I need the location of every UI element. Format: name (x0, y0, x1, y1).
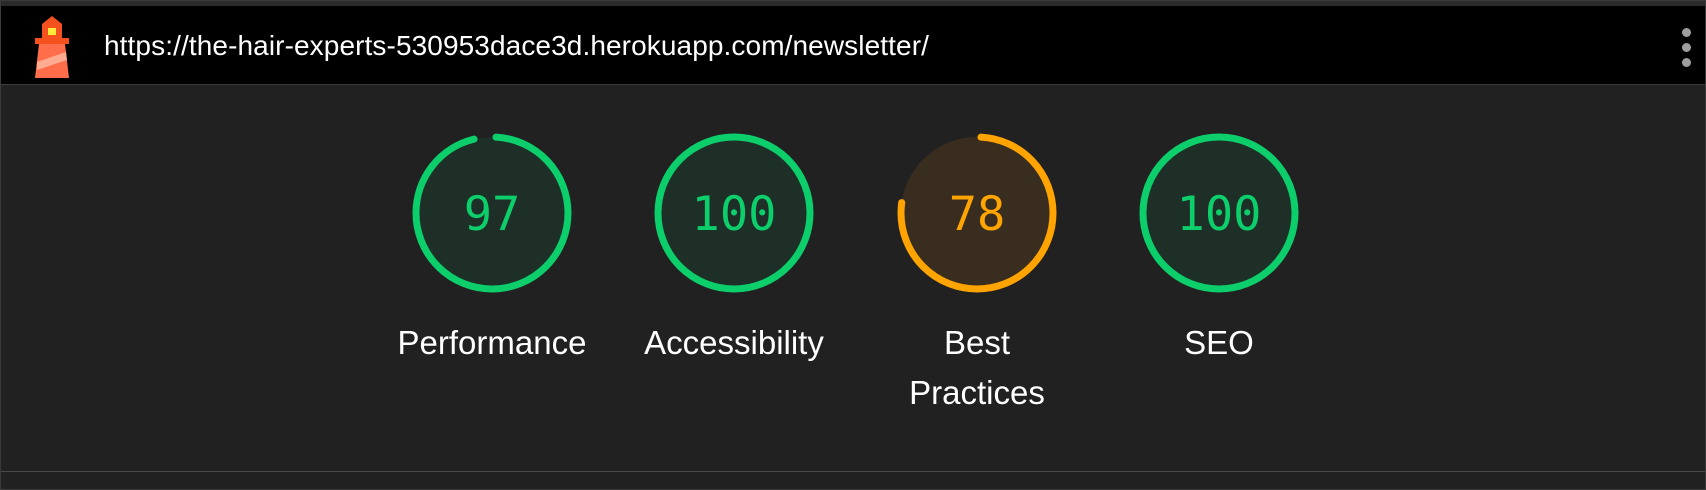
gauge-score: 97 (464, 187, 521, 242)
report-header: https://the-hair-experts-530953dace3d.he… (1, 6, 1705, 85)
gauge-label: Performance (397, 324, 587, 361)
gauge-label: Best Practices (909, 324, 1045, 411)
score-gauges: 97 Performance 100 Accessibility 78 Best… (1, 85, 1705, 470)
gauge-seo[interactable]: 100 SEO (1114, 133, 1324, 368)
gauge-score: 100 (1177, 187, 1262, 242)
gauge-ring: 78 (897, 133, 1057, 293)
report-url[interactable]: https://the-hair-experts-530953dace3d.he… (104, 30, 929, 62)
gauge-label: SEO (1184, 324, 1254, 361)
gauge-score: 78 (949, 187, 1006, 242)
gauge-score: 100 (692, 187, 777, 242)
divider (1, 471, 1705, 472)
gauge-performance[interactable]: 97 Performance (387, 133, 597, 368)
kebab-menu-icon[interactable] (1677, 26, 1697, 70)
gauge-label: Accessibility (644, 324, 824, 361)
gauge-accessibility[interactable]: 100 Accessibility (629, 133, 839, 368)
lighthouse-icon (35, 16, 69, 78)
gauge-ring: 97 (412, 133, 572, 293)
gauge-ring: 100 (654, 133, 814, 293)
gauge-ring: 100 (1139, 133, 1299, 293)
lighthouse-report-frame: https://the-hair-experts-530953dace3d.he… (0, 0, 1706, 490)
gauge-best-practices[interactable]: 78 Best Practices (872, 133, 1082, 418)
